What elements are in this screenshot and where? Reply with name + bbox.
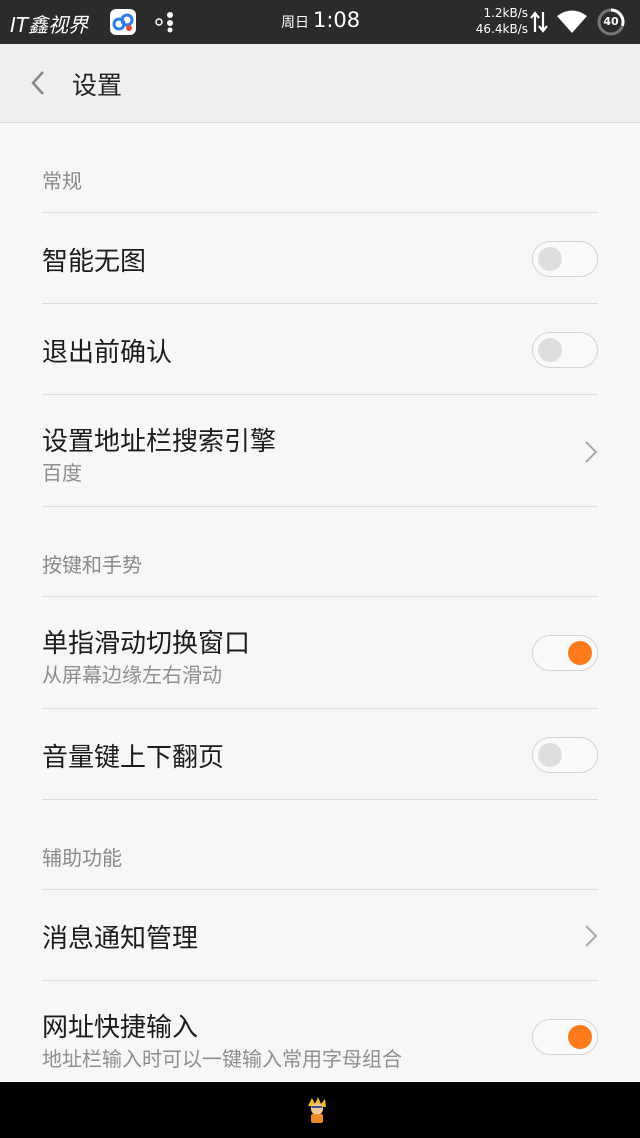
setting-subtitle: 地址栏输入时可以一键输入常用字母组合 [42,1047,402,1071]
setting-swipe-switch-window[interactable]: 单指滑动切换窗口 从屏幕边缘左右滑动 [42,597,598,709]
page-title: 设置 [72,71,123,100]
toggle-knob [538,247,562,271]
section-title: 辅助功能 [42,846,122,870]
toggle-switch[interactable] [532,1019,598,1055]
setting-volume-key-paging[interactable]: 音量键上下翻页 [42,709,598,800]
chevron-left-icon[interactable] [26,68,52,98]
toggle-switch[interactable] [532,737,598,773]
setting-title: 音量键上下翻页 [42,743,225,773]
battery-level: 40 [603,15,619,28]
wifi-icon [556,9,588,35]
setting-subtitle: 百度 [42,461,82,485]
section-title: 常规 [42,169,82,193]
download-speed: 46.4kB/s [475,22,528,36]
setting-url-quick-input[interactable]: 网址快捷输入 地址栏输入时可以一键输入常用字母组合 [42,981,598,1093]
chevron-right-icon [584,440,598,464]
chevron-right-icon [584,924,598,948]
setting-title: 单指滑动切换窗口 [42,629,251,659]
setting-title: 设置地址栏搜索引擎 [42,427,277,457]
toggle-knob [568,641,592,665]
status-bar: IT鑫视界 周日 1:08 1.2kB/s 46.4kB/s 40 [0,0,640,44]
section-title: 按键和手势 [42,553,142,577]
toggle-knob [568,1025,592,1049]
data-arrows-icon [529,10,549,34]
avatar-icon[interactable] [304,1096,330,1124]
section-header-keys-gestures: 按键和手势 [42,507,598,597]
status-brand-text: IT鑫视界 [10,13,89,37]
setting-subtitle: 从屏幕边缘左右滑动 [42,663,222,687]
setting-title: 网址快捷输入 [42,1013,199,1043]
status-time: 1:08 [313,8,361,32]
toggle-switch[interactable] [532,241,598,277]
setting-title: 消息通知管理 [42,924,199,954]
title-bar: 设置 [0,44,640,123]
setting-confirm-exit[interactable]: 退出前确认 [42,304,598,395]
settings-list: 常规 智能无图 退出前确认 设置地址栏搜索引擎 百度 按键和手势 单指滑动切换窗… [0,123,640,1093]
app-icon [110,9,136,35]
toggle-knob [538,743,562,767]
toggle-switch[interactable] [532,635,598,671]
setting-title: 智能无图 [42,247,147,277]
network-speed: 1.2kB/s 46.4kB/s [476,5,528,37]
setting-search-engine[interactable]: 设置地址栏搜索引擎 百度 [42,395,598,507]
status-clock: 周日 1:08 [281,8,360,32]
toggle-switch[interactable] [532,332,598,368]
toggle-knob [538,338,562,362]
dots-icon [155,11,177,33]
setting-notification-management[interactable]: 消息通知管理 [42,890,598,981]
upload-speed: 1.2kB/s [483,6,528,20]
status-day: 周日 [281,15,309,31]
section-header-accessibility: 辅助功能 [42,800,598,890]
setting-title: 退出前确认 [42,338,173,368]
setting-smart-no-image[interactable]: 智能无图 [42,213,598,304]
section-header-general: 常规 [42,123,598,213]
navigation-bar [0,1082,640,1138]
